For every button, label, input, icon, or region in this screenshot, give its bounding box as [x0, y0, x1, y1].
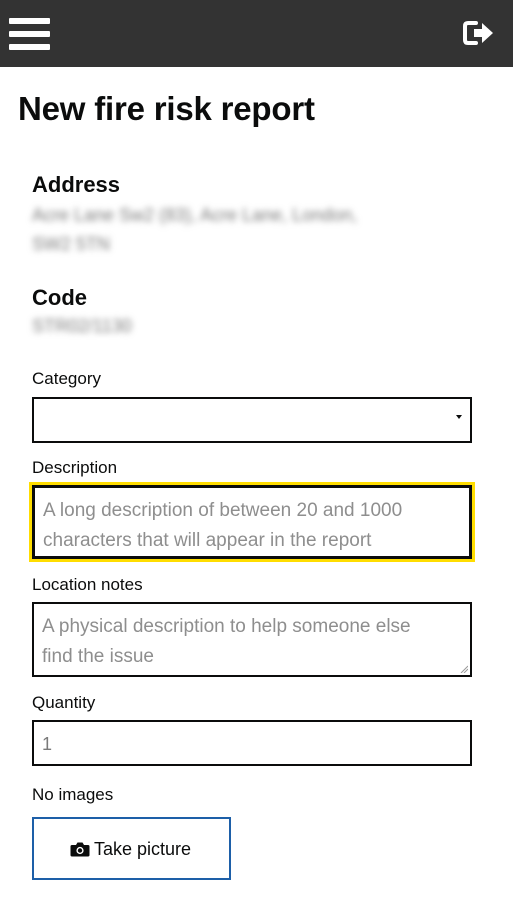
- quantity-input[interactable]: 1: [32, 720, 472, 766]
- code-value: STR02/1130: [32, 316, 132, 336]
- resize-grip-icon[interactable]: [460, 665, 468, 673]
- page-title: New fire risk report: [18, 90, 315, 127]
- location-notes-label: Location notes: [32, 575, 143, 594]
- images-status: No images: [32, 785, 114, 804]
- chevron-down-icon: [456, 415, 462, 419]
- sign-out-icon[interactable]: [462, 18, 496, 48]
- address-line-1: Acre Lane Sw2 (83), Acre Lane, London,: [32, 205, 358, 225]
- description-label: Description: [32, 458, 118, 477]
- camera-icon: [70, 842, 90, 857]
- category-label: Category: [32, 369, 101, 388]
- location-notes-placeholder: A physical description to help someone e…: [42, 616, 411, 667]
- category-select[interactable]: [32, 397, 472, 443]
- top-bar: [0, 0, 513, 67]
- address-label: Address: [32, 172, 121, 197]
- hamburger-menu-icon[interactable]: [9, 15, 51, 53]
- location-notes-textarea[interactable]: A physical description to help someone e…: [32, 602, 472, 677]
- description-textarea[interactable]: A long description of between 20 and 100…: [29, 482, 475, 562]
- address-line-2: SW2 5TN: [32, 234, 111, 254]
- take-picture-button[interactable]: Take picture: [32, 817, 231, 880]
- quantity-label: Quantity: [32, 693, 96, 712]
- quantity-value: 1: [42, 734, 53, 754]
- take-picture-label: Take picture: [94, 839, 192, 859]
- description-placeholder: A long description of between 20 and 100…: [43, 500, 403, 551]
- code-label: Code: [32, 285, 87, 310]
